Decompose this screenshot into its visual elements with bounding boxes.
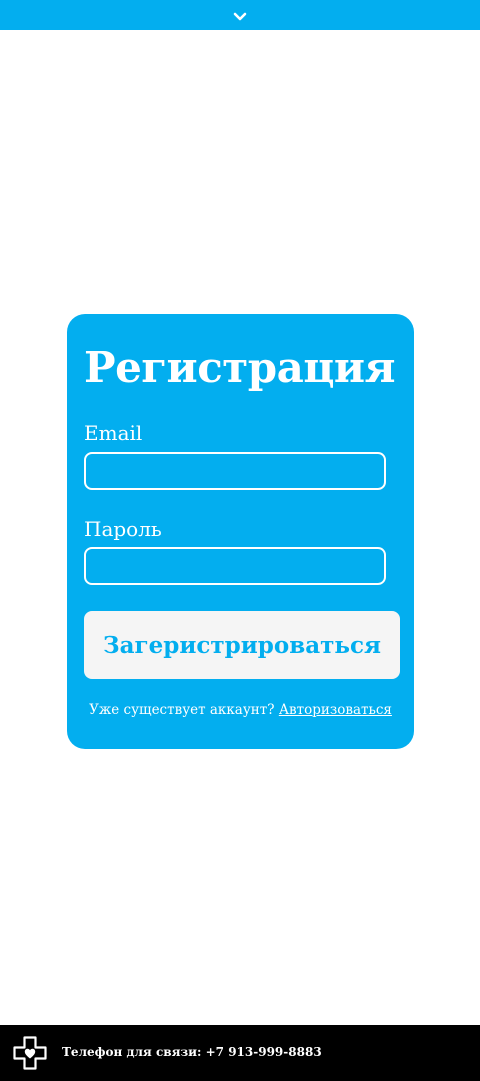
register-button[interactable]: Загеристрироваться bbox=[84, 611, 400, 679]
chevron-down-icon[interactable] bbox=[230, 7, 250, 27]
email-field[interactable] bbox=[84, 452, 386, 490]
footer: Телефон для связи: +7 913-999-8883 bbox=[0, 1025, 480, 1081]
login-prompt-row: Уже существует аккаунт? Авторизоваться bbox=[67, 701, 414, 719]
password-label: Пароль bbox=[84, 517, 162, 541]
register-card: Регистрация Email Пароль Загеристрироват… bbox=[67, 314, 414, 749]
login-link[interactable]: Авторизоваться bbox=[279, 702, 392, 718]
medical-cross-heart-icon bbox=[13, 1036, 47, 1070]
login-prompt-text: Уже существует аккаунт? bbox=[89, 702, 275, 718]
page-title: Регистрация bbox=[84, 343, 396, 392]
password-field[interactable] bbox=[84, 547, 386, 585]
email-label: Email bbox=[84, 421, 143, 445]
top-bar bbox=[0, 0, 480, 30]
contact-phone: Телефон для связи: +7 913-999-8883 bbox=[62, 1045, 322, 1059]
